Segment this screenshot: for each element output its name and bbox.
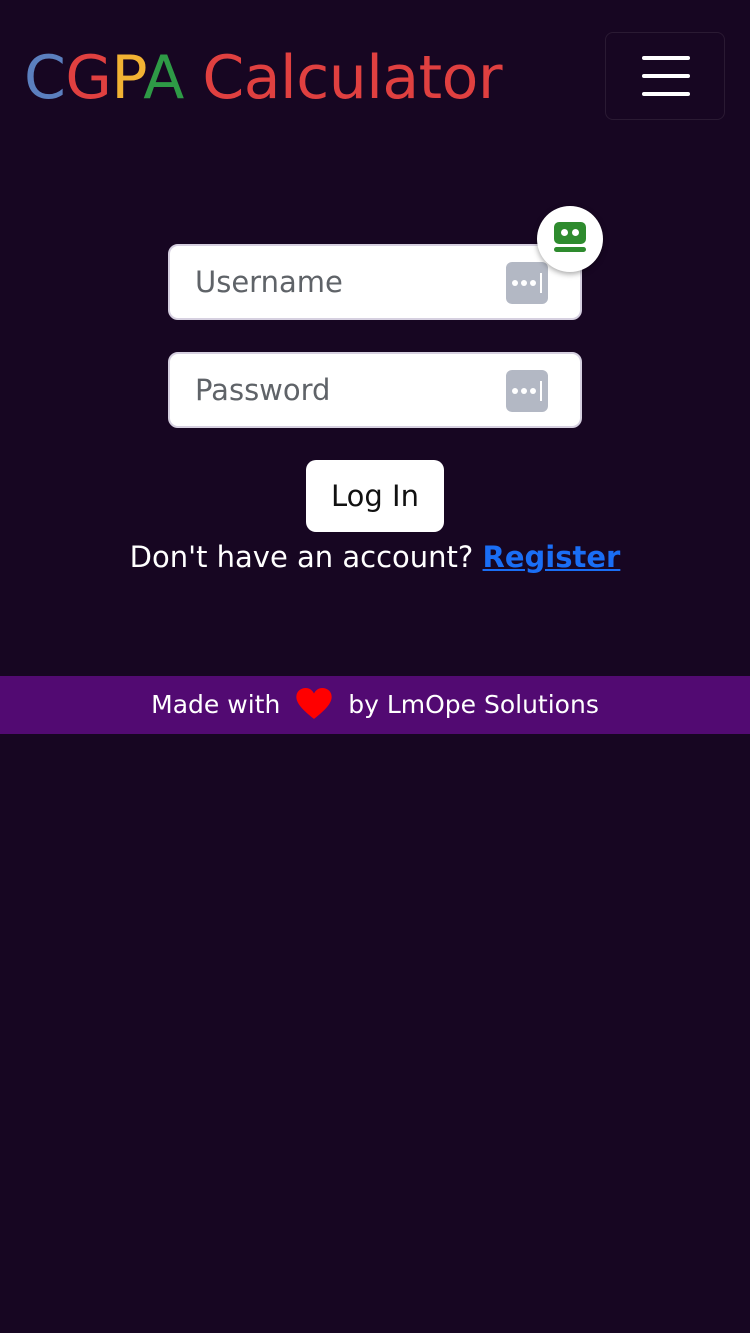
register-link[interactable]: Register [483,540,621,574]
username-field-wrapper [168,244,582,320]
brand-letter-g: G [65,43,112,113]
footer: Made with by LmOpe Solutions [0,676,750,734]
footer-text-after: by LmOpe Solutions [348,690,599,719]
heart-icon [296,688,332,719]
login-button[interactable]: Log In [306,460,444,532]
register-prompt: Don't have an account? Register [0,536,750,578]
footer-text-before: Made with [151,690,281,719]
register-prompt-text: Don't have an account? [129,540,474,574]
roboform-robot-icon[interactable] [537,206,603,272]
brand-letter-p: P [111,43,144,113]
navbar: CGPA Calculator [0,0,750,150]
brand-rest: Calculator [183,43,503,113]
menu-toggle-button[interactable] [605,32,725,120]
brand-letter-a: A [143,43,184,113]
password-dots-icon[interactable] [506,262,548,304]
password-dots-icon[interactable] [506,370,548,412]
brand-letter-c: C [24,43,66,113]
password-field-wrapper [168,352,582,428]
brand-title[interactable]: CGPA Calculator [24,40,503,116]
